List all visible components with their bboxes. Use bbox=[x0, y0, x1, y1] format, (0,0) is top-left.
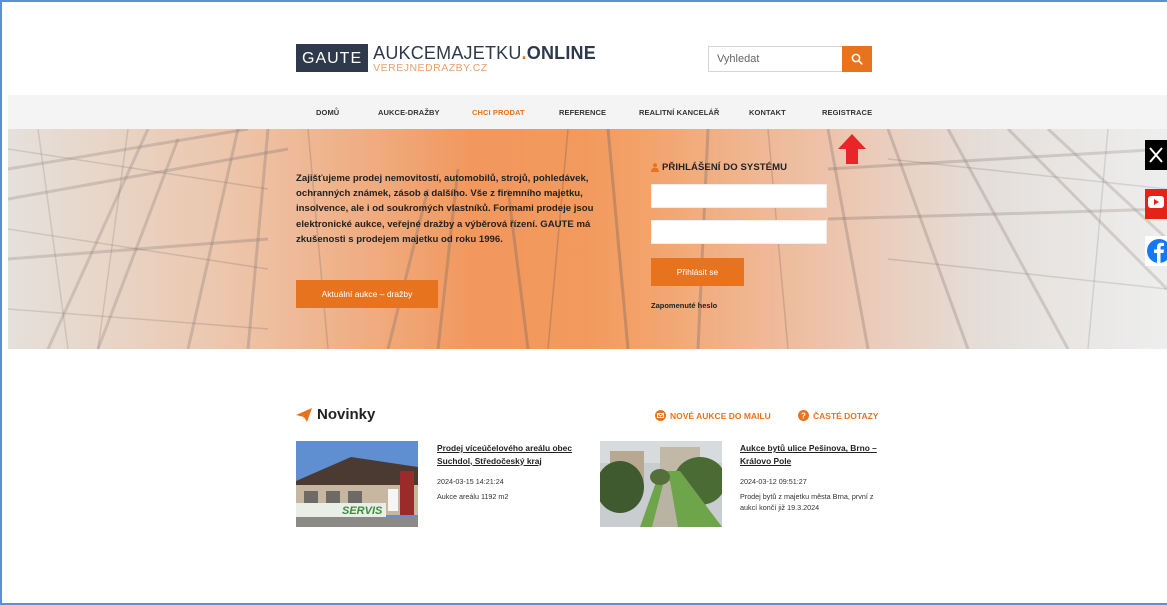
nav-item-registrace[interactable]: REGISTRACE bbox=[822, 108, 872, 117]
paper-plane-icon bbox=[296, 407, 312, 422]
login-title-text: PŘIHLÁŠENÍ DO SYSTÉMU bbox=[662, 162, 788, 173]
faq-link-text: ČASTÉ DOTAZY bbox=[813, 410, 879, 421]
user-icon bbox=[651, 163, 659, 172]
youtube-icon[interactable] bbox=[1145, 189, 1167, 219]
logo-thin: AUKCE bbox=[373, 43, 437, 63]
x-twitter-icon[interactable] bbox=[1145, 140, 1167, 170]
search-icon bbox=[851, 53, 863, 65]
site-logo[interactable]: GAUTE AUKCEMAJETKU.ONLINE VEREJNEDRAZBY.… bbox=[296, 44, 596, 74]
nav-item-kontakt[interactable]: KONTAKT bbox=[749, 108, 786, 117]
nav-item-domu[interactable]: DOMŮ bbox=[316, 108, 339, 117]
news-item-title-suchdol[interactable]: Prodej víceúčelového areálu obec Suchdol… bbox=[437, 442, 585, 467]
login-button[interactable]: Přihlásit se bbox=[651, 258, 744, 286]
facebook-icon[interactable] bbox=[1145, 236, 1167, 266]
login-username-input[interactable] bbox=[651, 184, 827, 208]
forgot-password-link[interactable]: Zapomenuté heslo bbox=[651, 301, 717, 310]
news-image-suchdol[interactable]: SERVIS bbox=[296, 441, 418, 527]
logo-mid: MAJETKU bbox=[436, 43, 522, 63]
search-bar bbox=[708, 46, 872, 72]
news-item-desc-pesinova: Prodej bytů z majetku města Brna, první … bbox=[740, 492, 874, 512]
news-item-date-pesinova: 2024-03-12 09:51:27 bbox=[740, 477, 807, 486]
current-auctions-button[interactable]: Aktuální aukce – dražby bbox=[296, 280, 438, 308]
envelope-icon bbox=[655, 410, 666, 421]
login-title: PŘIHLÁŠENÍ DO SYSTÉMU bbox=[651, 162, 787, 173]
question-icon: ? bbox=[798, 410, 809, 421]
search-button[interactable] bbox=[842, 46, 872, 72]
nav-item-aukce-drazby[interactable]: AUKCE-DRAŽBY bbox=[378, 108, 440, 117]
news-item-date-suchdol: 2024-03-15 14:21:24 bbox=[437, 477, 504, 486]
login-password-input[interactable] bbox=[651, 220, 827, 244]
nav-item-reference[interactable]: REFERENCE bbox=[559, 108, 606, 117]
svg-text:?: ? bbox=[801, 412, 806, 421]
news-image-sign-text: SERVIS bbox=[342, 505, 383, 517]
red-arrow-up-icon bbox=[838, 134, 866, 164]
news-title: Novinky bbox=[296, 406, 375, 423]
logo-box: GAUTE bbox=[296, 44, 369, 72]
newsletter-link[interactable]: NOVÉ AUKCE DO MAILU bbox=[655, 410, 771, 421]
newsletter-link-text: NOVÉ AUKCE DO MAILU bbox=[670, 410, 771, 421]
news-item-desc-suchdol: Aukce areálu 1192 m2 bbox=[437, 492, 509, 501]
logo-bold: ONLINE bbox=[526, 43, 596, 63]
nav-item-realitni-kancelar[interactable]: REALITNÍ KANCELÁŘ bbox=[639, 108, 719, 117]
nav-item-chci-prodat[interactable]: CHCI PRODAT bbox=[472, 108, 525, 117]
news-title-text: Novinky bbox=[317, 406, 376, 423]
logo-text: AUKCEMAJETKU.ONLINE VEREJNEDRAZBY.CZ bbox=[373, 44, 596, 74]
faq-link[interactable]: ? ČASTÉ DOTAZY bbox=[798, 410, 878, 421]
logo-subtitle: VEREJNEDRAZBY.CZ bbox=[373, 62, 488, 74]
search-input[interactable] bbox=[708, 46, 842, 72]
news-item-title-pesinova[interactable]: Aukce bytů ulice Pešinova, Brno – Králov… bbox=[740, 442, 890, 467]
news-image-pesinova[interactable] bbox=[600, 441, 722, 527]
hero-description: Zajišťujeme prodej nemovitostí, automobi… bbox=[296, 173, 594, 245]
